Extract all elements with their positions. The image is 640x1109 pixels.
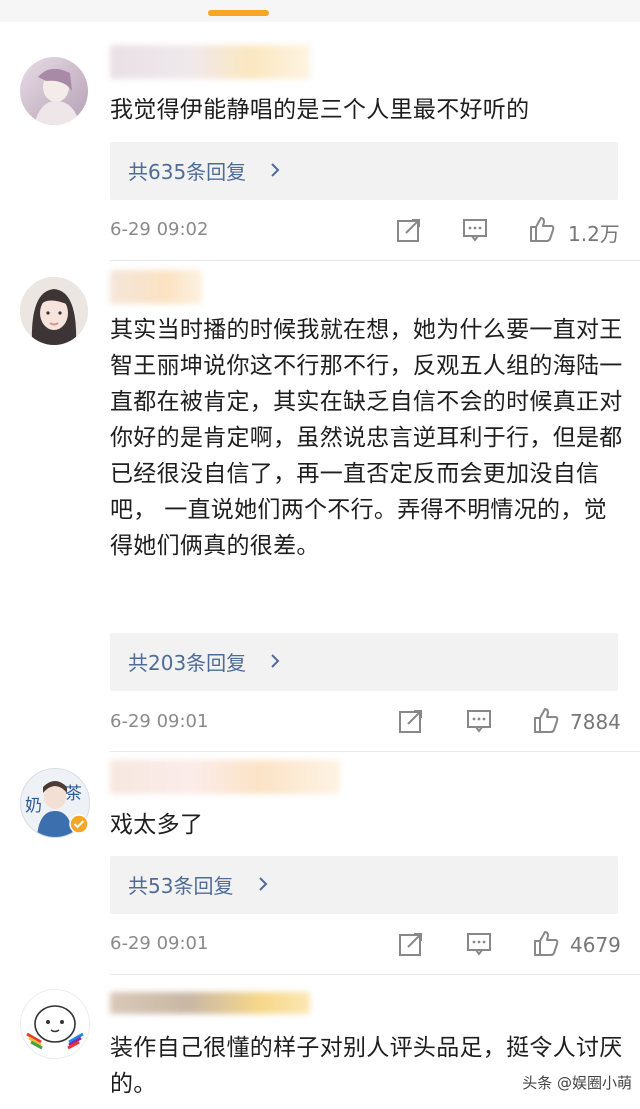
share-icon[interactable] xyxy=(396,217,422,243)
comment-text: 我觉得伊能静唱的是三个人里最不好听的 xyxy=(110,97,530,123)
chevron-right-icon xyxy=(259,877,268,891)
avatar[interactable] xyxy=(20,989,90,1059)
timestamp: 6-29 09:01 xyxy=(110,711,209,732)
comment-icon[interactable] xyxy=(466,932,492,956)
username-blurred[interactable] xyxy=(110,45,310,79)
drag-handle[interactable] xyxy=(208,10,269,16)
like-count: 1.2万 xyxy=(568,222,620,246)
watermark: 头条 @娱圈小萌 xyxy=(522,1074,632,1092)
divider xyxy=(110,751,640,752)
comment-icon[interactable] xyxy=(466,709,492,733)
comment-text: 戏太多了 xyxy=(110,812,204,838)
avatar-label-left: 奶 xyxy=(25,796,42,816)
timestamp: 6-29 09:01 xyxy=(110,933,209,954)
like-icon[interactable] xyxy=(532,706,560,734)
divider xyxy=(110,260,640,261)
chevron-right-icon xyxy=(271,654,280,668)
top-handle-bar xyxy=(0,0,640,22)
like-icon[interactable] xyxy=(528,215,556,243)
replies-count: 共635条回复 xyxy=(128,160,247,184)
avatar-label-right: 茶 xyxy=(65,784,82,804)
timestamp: 6-29 09:02 xyxy=(110,219,209,240)
chevron-right-icon xyxy=(271,163,280,177)
replies-count: 共203条回复 xyxy=(128,651,247,675)
comment-icon[interactable] xyxy=(462,218,488,242)
username-blurred[interactable] xyxy=(110,270,202,304)
share-icon[interactable] xyxy=(398,931,424,957)
like-count: 4679 xyxy=(570,933,621,957)
avatar[interactable] xyxy=(20,277,88,345)
avatar[interactable] xyxy=(20,57,88,125)
view-replies-button[interactable]: 共203条回复 xyxy=(110,633,618,691)
share-icon[interactable] xyxy=(398,708,424,734)
view-replies-button[interactable]: 共635条回复 xyxy=(110,142,618,200)
username-blurred[interactable] xyxy=(110,760,340,794)
verified-badge-icon xyxy=(69,814,89,834)
username-blurred[interactable] xyxy=(110,992,310,1014)
view-replies-button[interactable]: 共53条回复 xyxy=(110,856,618,914)
divider xyxy=(110,974,640,975)
replies-count: 共53条回复 xyxy=(128,874,234,898)
like-count: 7884 xyxy=(570,710,621,734)
comment-text: 其实当时播的时候我就在想，她为什么要一直对王智王丽坤说你这不行那不行，反观五人组… xyxy=(110,317,623,559)
like-icon[interactable] xyxy=(532,929,560,957)
